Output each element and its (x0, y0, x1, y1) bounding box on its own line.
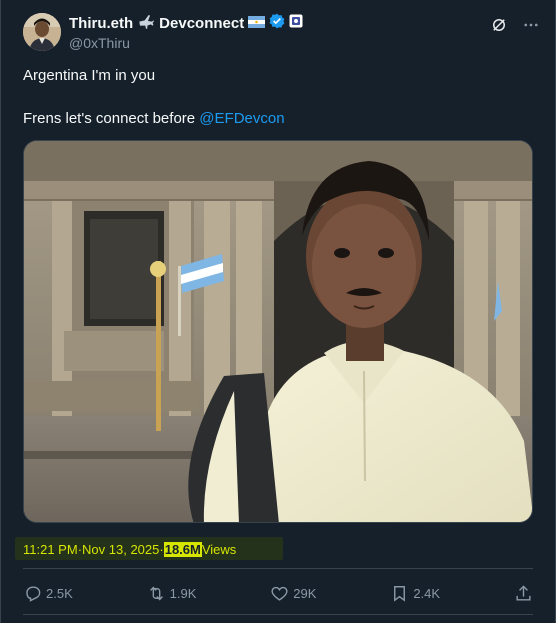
share-button[interactable] (514, 584, 533, 603)
grok-icon[interactable] (489, 15, 509, 35)
like-icon (271, 586, 288, 601)
tweet-header: Thiru.eth Devconnect @0xThiru (23, 13, 541, 53)
more-icon[interactable] (521, 15, 541, 35)
repost-count: 1.9K (169, 585, 197, 601)
repost-button[interactable]: 1.9K (147, 584, 197, 603)
views-label: Views (201, 541, 237, 557)
display-name[interactable]: Thiru.eth (69, 15, 133, 32)
tweet-meta: 11:21 PM · Nov 13, 2025 · 18.6M Views (23, 538, 236, 560)
tweet-time[interactable]: 11:21 PM (23, 542, 78, 557)
divider-top (23, 568, 533, 569)
argentina-flag-icon (248, 15, 266, 33)
divider-bottom (23, 614, 533, 615)
author-names: Thiru.eth Devconnect @0xThiru (69, 13, 303, 51)
verified-badge-icon[interactable] (269, 13, 285, 34)
display-name-row[interactable]: Thiru.eth Devconnect (69, 13, 303, 34)
reply-count: 2.5K (46, 585, 73, 601)
views-count[interactable]: 18.6M (163, 541, 202, 557)
photo-content (24, 141, 532, 522)
handle[interactable]: @0xThiru (69, 35, 303, 51)
bookmark-button[interactable]: 2.4K (390, 584, 440, 603)
action-bar: 2.5K 1.9K 29K 2.4K (23, 580, 533, 606)
tweet-card: Thiru.eth Devconnect @0xThiru Argentina … (0, 0, 556, 623)
affiliate-badge-icon[interactable] (289, 14, 303, 33)
avatar[interactable] (23, 13, 61, 51)
repost-icon (149, 586, 163, 600)
share-icon (516, 584, 531, 601)
bookmark-count: 2.4K (413, 585, 441, 601)
tweet-line-1: Argentina I'm in you (23, 67, 156, 84)
bookmark-icon (394, 585, 406, 602)
reply-button[interactable]: 2.5K (23, 584, 73, 603)
header-actions (489, 15, 541, 35)
like-count: 29K (293, 585, 317, 601)
airplane-icon (137, 13, 155, 34)
tweet-date[interactable]: Nov 13, 2025 (82, 542, 159, 557)
tweet-text: Argentina I'm in you Frens let's connect… (23, 66, 523, 129)
mention-link[interactable]: @EFDevcon (199, 110, 284, 127)
tweet-line-2-text: Frens let's connect before (23, 110, 200, 127)
tweet-line-2: Frens let's connect before @EFDevcon (23, 109, 523, 129)
display-name-suffix[interactable]: Devconnect (159, 15, 244, 32)
like-button[interactable]: 29K (270, 584, 316, 603)
tweet-photo[interactable] (23, 140, 533, 523)
reply-icon (26, 585, 41, 602)
